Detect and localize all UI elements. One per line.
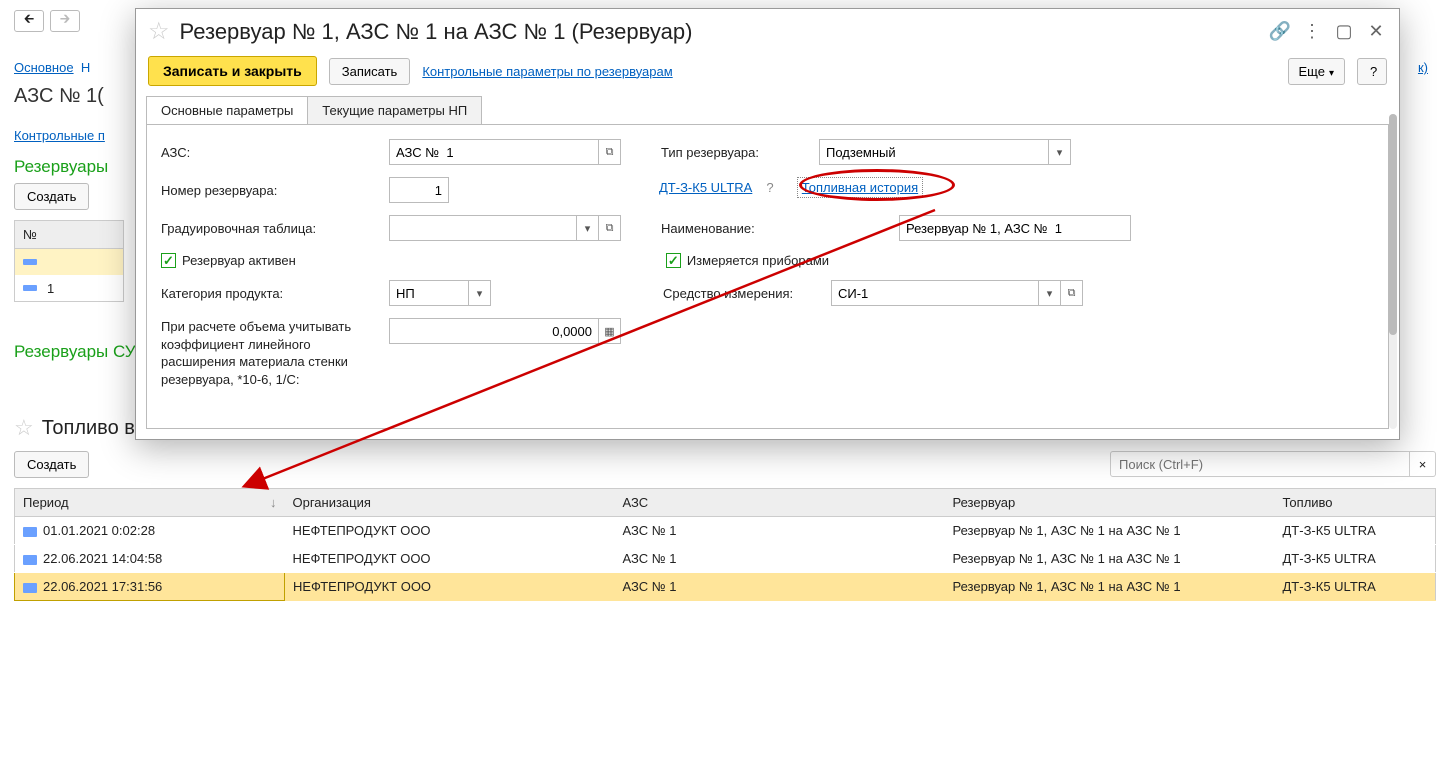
bg-table: № 1	[14, 220, 124, 302]
cell-res: Резервуар № 1, АЗС № 1 на АЗС № 1	[945, 517, 1275, 545]
star-icon[interactable]: ☆	[14, 415, 34, 441]
control-params-link[interactable]: Контрольные параметры по резервуарам	[422, 64, 672, 79]
label-name: Наименование:	[661, 221, 891, 236]
cell-fuel: ДТ-З-К5 ULTRA	[1275, 545, 1436, 573]
label-type: Тип резервуара:	[661, 145, 811, 160]
tank-dialog: ☆ Резервуар № 1, АЗС № 1 на АЗС № 1 (Рез…	[135, 8, 1400, 440]
measured-checkbox-label: Измеряется приборами	[687, 253, 829, 268]
nav-back-button[interactable]: 🡰	[14, 10, 44, 32]
cell-org: НЕФТЕПРОДУКТ ООО	[285, 545, 615, 573]
row-marker-icon	[23, 285, 37, 291]
doc-icon	[23, 527, 37, 537]
label-number: Номер резервуара:	[161, 183, 381, 198]
fuel-help[interactable]: ?	[766, 180, 773, 195]
col-org[interactable]: Организация	[285, 489, 615, 517]
bg-link-osnovnoe[interactable]: Основное	[14, 60, 74, 75]
label-grad-table: Градуировочная таблица:	[161, 221, 381, 236]
cell-org: НЕФТЕПРОДУКТ ООО	[285, 573, 615, 601]
coeff-field[interactable]	[389, 318, 599, 344]
dropdown-icon[interactable]	[469, 280, 491, 306]
dropdown-icon[interactable]	[1039, 280, 1061, 306]
grad-table-field[interactable]	[389, 215, 577, 241]
search-clear-button[interactable]: ×	[1410, 451, 1436, 477]
label-coeff: При расчете объема учитывать коэффициент…	[161, 318, 381, 388]
active-checkbox-label: Резервуар активен	[182, 253, 296, 268]
cell-azs: АЗС № 1	[615, 573, 945, 601]
scrollbar[interactable]	[1389, 114, 1397, 429]
open-icon[interactable]	[1061, 280, 1083, 306]
open-icon[interactable]	[599, 139, 621, 165]
cell-azs: АЗС № 1	[615, 545, 945, 573]
nav-forward-button[interactable]: 🡲	[50, 10, 80, 32]
fuel-history-table: Период↓ Организация АЗС Резервуар Топлив…	[14, 488, 1436, 601]
label-si: Средство измерения:	[663, 286, 823, 301]
help-button[interactable]: ?	[1357, 58, 1387, 85]
cell-period: 22.06.2021 14:04:58	[43, 551, 162, 566]
calculator-icon[interactable]	[599, 318, 621, 344]
kebab-icon[interactable]: ⋮	[1301, 21, 1323, 43]
name-field[interactable]	[899, 215, 1131, 241]
cell-fuel: ДТ-З-К5 ULTRA	[1275, 517, 1436, 545]
category-field[interactable]	[389, 280, 469, 306]
bg-table-row[interactable]: 1	[15, 275, 123, 301]
bg-create-button[interactable]: Создать	[14, 183, 89, 210]
doc-icon	[23, 555, 37, 565]
bg-table-row[interactable]	[15, 249, 123, 275]
sort-indicator-icon: ↓	[270, 495, 277, 510]
azs-field[interactable]	[389, 139, 599, 165]
more-button[interactable]: Еще▾	[1288, 58, 1345, 85]
table-row[interactable]: 22.06.2021 17:31:56 НЕФТЕПРОДУКТ ООО АЗС…	[15, 573, 1436, 601]
doc-icon	[23, 583, 37, 593]
col-period[interactable]: Период↓	[15, 489, 285, 517]
link-icon[interactable]: 🔗	[1269, 21, 1291, 43]
label-category: Категория продукта:	[161, 286, 381, 301]
label-azs: АЗС:	[161, 145, 381, 160]
si-field[interactable]	[831, 280, 1039, 306]
save-button[interactable]: Записать	[329, 58, 411, 85]
cell-res: Резервуар № 1, АЗС № 1 на АЗС № 1	[945, 545, 1275, 573]
col-fuel[interactable]: Топливо	[1275, 489, 1436, 517]
dropdown-icon[interactable]	[1049, 139, 1071, 165]
cell-period: 22.06.2021 17:31:56	[43, 579, 162, 594]
bg-control-link[interactable]: Контрольные п	[14, 128, 105, 143]
cell-period: 01.01.2021 0:02:28	[43, 523, 155, 538]
measured-checkbox[interactable]: ✓ Измеряется приборами	[666, 253, 829, 268]
bg-row-num: 1	[47, 281, 54, 296]
fuel-type-link[interactable]: ДТ-З-К5 ULTRA	[659, 180, 752, 195]
type-field[interactable]	[819, 139, 1049, 165]
col-azs[interactable]: АЗС	[615, 489, 945, 517]
star-icon[interactable]: ☆	[148, 17, 170, 46]
fuel-history-link[interactable]: Топливная история	[797, 177, 923, 198]
row-marker-icon	[23, 259, 37, 265]
close-icon[interactable]: ✕	[1365, 21, 1387, 43]
cell-fuel: ДТ-З-К5 ULTRA	[1275, 573, 1436, 601]
tab-main-params[interactable]: Основные параметры	[146, 96, 308, 124]
active-checkbox[interactable]: ✓ Резервуар активен	[161, 253, 296, 268]
maximize-icon[interactable]: ▢	[1333, 21, 1355, 43]
bg-col-num[interactable]: №	[15, 221, 123, 249]
bottom-create-button[interactable]: Создать	[14, 451, 89, 478]
bg-link-broken[interactable]: к)	[1418, 60, 1428, 75]
col-res[interactable]: Резервуар	[945, 489, 1275, 517]
save-close-button[interactable]: Записать и закрыть	[148, 56, 317, 86]
open-icon[interactable]	[599, 215, 621, 241]
cell-azs: АЗС № 1	[615, 517, 945, 545]
cell-org: НЕФТЕПРОДУКТ ООО	[285, 517, 615, 545]
dialog-title: Резервуар № 1, АЗС № 1 на АЗС № 1 (Резер…	[180, 19, 693, 45]
table-row[interactable]: 22.06.2021 14:04:58 НЕФТЕПРОДУКТ ООО АЗС…	[15, 545, 1436, 573]
search-input[interactable]	[1110, 451, 1410, 477]
dropdown-icon[interactable]	[577, 215, 599, 241]
table-row[interactable]: 01.01.2021 0:02:28 НЕФТЕПРОДУКТ ООО АЗС …	[15, 517, 1436, 545]
tab-current-params[interactable]: Текущие параметры НП	[307, 96, 482, 124]
cell-res: Резервуар № 1, АЗС № 1 на АЗС № 1	[945, 573, 1275, 601]
number-field[interactable]	[389, 177, 449, 203]
